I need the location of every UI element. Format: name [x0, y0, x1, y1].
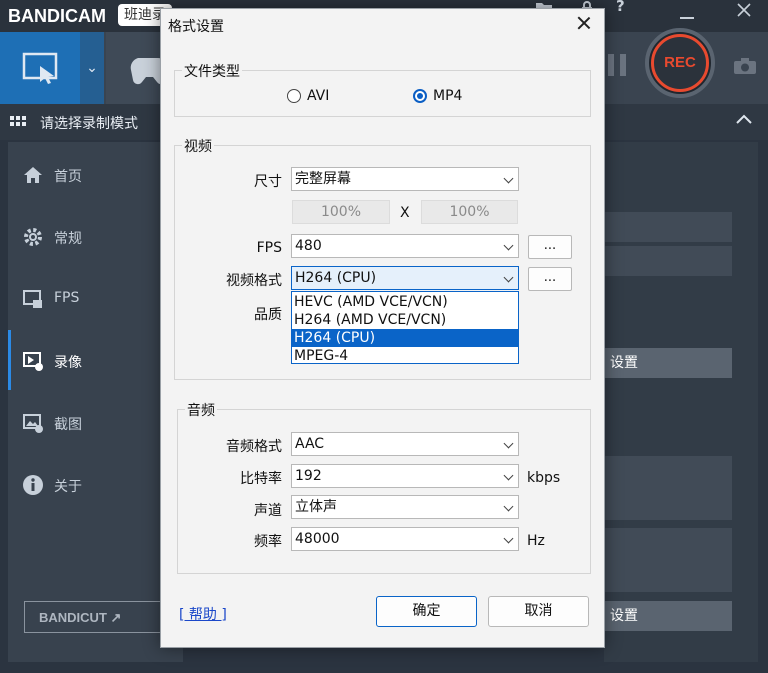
right-panel-box — [604, 456, 732, 520]
frequency-unit: Hz — [527, 533, 545, 549]
sidebar-item-label: 首页 — [54, 169, 82, 185]
quality-label: 品质 — [254, 307, 282, 323]
avi-radio-label[interactable]: AVI — [307, 88, 329, 104]
bandicam-logo: BANDICAM — [8, 6, 106, 26]
sidebar-item-fps[interactable]: FPS — [22, 286, 172, 314]
frequency-label: 频率 — [254, 534, 282, 550]
sidebar-item-label: 关于 — [54, 479, 82, 495]
sidebar-item-label: 常规 — [54, 231, 82, 247]
rec-button[interactable]: REC — [651, 34, 709, 92]
codec-option-hevc-amd[interactable]: HEVC (AMD VCE/VCN) — [292, 293, 518, 311]
chevron-down-icon — [503, 533, 514, 544]
mode-bar-label: 请选择录制模式 — [40, 116, 138, 132]
mp4-radio[interactable] — [413, 89, 427, 103]
close-icon[interactable] — [574, 13, 594, 33]
grid-icon — [10, 116, 26, 128]
chevron-down-icon — [503, 240, 514, 251]
screen-mode-button[interactable] — [0, 32, 80, 104]
height-percent-field: 100% — [421, 200, 518, 224]
audio-format-label: 音频格式 — [226, 439, 282, 455]
size-select[interactable]: 完整屏幕 — [291, 167, 519, 191]
avi-radio[interactable] — [287, 89, 301, 103]
right-settings-button-bottom[interactable]: 设置 — [604, 601, 732, 631]
bitrate-label: 比特率 — [240, 471, 282, 487]
info-icon — [22, 474, 44, 496]
video-group-label: 视频 — [182, 136, 214, 156]
sidebar-item-general[interactable]: 常规 — [22, 224, 172, 252]
codec-more-button[interactable]: ... — [528, 267, 572, 291]
sidebar-item-video[interactable]: 录像 — [22, 348, 172, 376]
help-link[interactable]: [ 帮助 ] — [179, 604, 227, 624]
size-x-separator: X — [400, 205, 410, 221]
fps-label: FPS — [256, 240, 282, 256]
gamepad-icon — [130, 57, 169, 85]
bandicut-button[interactable]: BANDICUT ↗ — [24, 601, 174, 633]
sidebar-item-home[interactable]: 首页 — [22, 162, 172, 190]
right-panel-box — [604, 246, 732, 276]
bitrate-select[interactable]: 192 — [291, 464, 519, 488]
chevron-down-icon — [503, 470, 514, 481]
game-mode-button[interactable] — [106, 32, 169, 104]
fps-more-button[interactable]: ... — [528, 235, 572, 259]
video-icon — [22, 350, 44, 372]
mode-dropdown-chevron-icon[interactable]: ⌄ — [80, 32, 104, 104]
channel-select[interactable]: 立体声 — [291, 495, 519, 519]
fps-icon — [22, 288, 44, 310]
file-type-group-label: 文件类型 — [182, 61, 242, 81]
codec-dropdown-list: HEVC (AMD VCE/VCN) H264 (AMD VCE/VCN) H2… — [291, 291, 519, 364]
codec-option-h264-amd[interactable]: H264 (AMD VCE/VCN) — [292, 311, 518, 329]
right-panel-box — [604, 528, 732, 592]
sidebar-item-label: 截图 — [54, 417, 82, 433]
audio-group-label: 音频 — [185, 400, 217, 420]
svg-text:?: ? — [616, 0, 625, 14]
dialog-title: 格式设置 — [168, 19, 224, 35]
mp4-radio-label[interactable]: MP4 — [433, 88, 462, 104]
minimize-icon[interactable] — [680, 4, 694, 23]
sidebar-item-label: 录像 — [54, 355, 82, 371]
image-icon — [22, 412, 44, 434]
pause-icon[interactable] — [608, 54, 628, 76]
size-label: 尺寸 — [254, 174, 282, 190]
chevron-down-icon — [503, 272, 514, 283]
width-percent-field: 100% — [292, 200, 390, 224]
frequency-select[interactable]: 48000 — [291, 527, 519, 551]
codec-option-mpeg4[interactable]: MPEG-4 — [292, 347, 518, 365]
sidebar-active-indicator — [8, 330, 11, 390]
fps-select[interactable]: 480 — [291, 234, 519, 258]
home-icon — [22, 164, 44, 186]
chevron-up-icon[interactable] — [736, 112, 752, 128]
bitrate-unit: kbps — [527, 470, 561, 486]
codec-label: 视频格式 — [226, 273, 282, 289]
sidebar-item-about[interactable]: 关于 — [22, 472, 172, 500]
help-icon[interactable]: ? — [614, 0, 628, 18]
gear-icon — [22, 226, 44, 248]
camera-icon[interactable] — [733, 57, 757, 75]
channel-label: 声道 — [254, 503, 282, 519]
right-settings-button[interactable]: 设置 — [604, 348, 732, 378]
ok-button[interactable]: 确定 — [376, 596, 477, 627]
app-close-icon[interactable] — [737, 2, 751, 21]
chevron-down-icon — [503, 438, 514, 449]
right-panel-box — [604, 212, 732, 242]
sidebar-item-screenshot[interactable]: 截图 — [22, 410, 172, 438]
chevron-down-icon — [503, 173, 514, 184]
codec-select[interactable]: H264 (CPU) — [291, 266, 519, 290]
sidebar-item-label: FPS — [54, 290, 80, 306]
chevron-down-icon — [503, 501, 514, 512]
screen-rect-icon — [22, 52, 58, 84]
audio-format-select[interactable]: AAC — [291, 432, 519, 456]
cancel-button[interactable]: 取消 — [488, 596, 589, 627]
codec-option-h264-cpu[interactable]: H264 (CPU) — [292, 329, 518, 347]
sidebar — [8, 142, 183, 662]
